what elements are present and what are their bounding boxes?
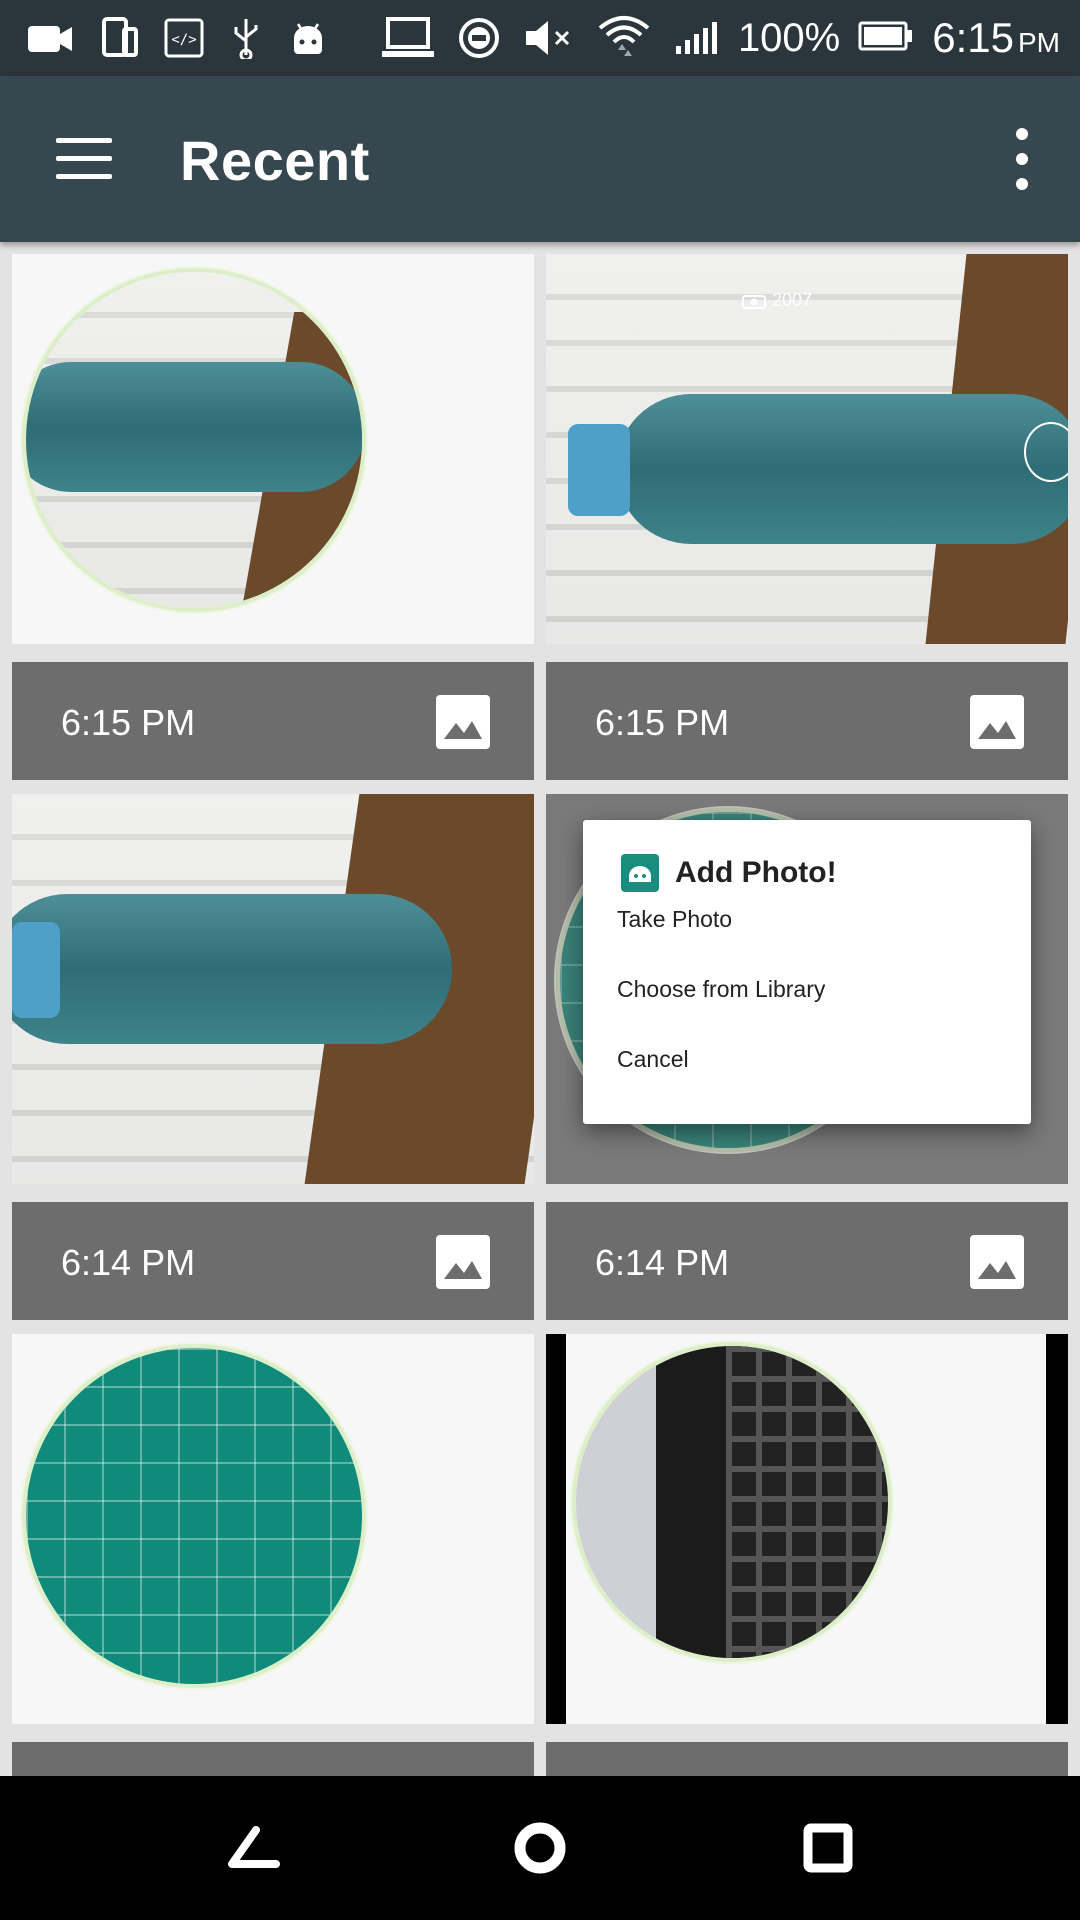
do-not-disturb-icon xyxy=(458,14,500,62)
home-icon[interactable] xyxy=(508,1816,572,1880)
grid-card[interactable]: 6:15 PM xyxy=(12,254,534,782)
battery-icon xyxy=(858,21,914,56)
more-vert-icon[interactable] xyxy=(1002,128,1042,190)
laptop-icon xyxy=(382,14,434,62)
time-ampm: PM xyxy=(1018,27,1060,58)
page-title: Recent xyxy=(180,129,370,192)
status-icons: </> xyxy=(26,14,746,62)
card-time: 6:15 PM xyxy=(61,702,196,743)
choose-from-library-option[interactable]: Choose from Library xyxy=(617,976,825,1003)
wifi-icon xyxy=(598,14,650,62)
camera-overlay: 2007 xyxy=(742,290,812,311)
status-time: 6:15 PM xyxy=(932,14,1060,62)
dialog-header: Add Photo! xyxy=(621,852,837,894)
code-icon: </> xyxy=(164,14,204,62)
video-icon xyxy=(26,14,76,62)
card-time: 6:15 PM xyxy=(595,702,730,743)
card-time: 6:14 PM xyxy=(61,1242,196,1283)
circular-photo xyxy=(22,268,366,612)
grid-card[interactable] xyxy=(546,1334,1068,1776)
thumbnail[interactable]: 2007 xyxy=(546,254,1068,644)
mute-icon xyxy=(524,14,574,62)
image-icon xyxy=(436,1235,490,1289)
camera-icon xyxy=(742,294,766,309)
signal-icon xyxy=(674,14,722,62)
card-time: 6:14 PM xyxy=(595,1242,730,1283)
card-footer xyxy=(12,1742,534,1776)
back-icon[interactable] xyxy=(220,1816,284,1880)
image-icon xyxy=(970,1235,1024,1289)
thumbnail[interactable] xyxy=(546,1334,1068,1724)
circular-photo xyxy=(572,1342,892,1662)
grid-card[interactable]: 6:14 PM xyxy=(12,794,534,1322)
card-footer xyxy=(546,1742,1068,1776)
grid-card[interactable] xyxy=(12,1334,534,1776)
card-footer: 6:14 PM xyxy=(12,1202,534,1320)
android-app-icon xyxy=(621,854,659,892)
thumbnail[interactable] xyxy=(12,794,534,1184)
grid-card[interactable]: 2007 6:15 PM xyxy=(546,254,1068,782)
card-footer: 6:15 PM xyxy=(546,662,1068,780)
add-photo-dialog: Add Photo! Take Photo Choose from Librar… xyxy=(583,820,1031,1124)
android-icon xyxy=(288,14,328,62)
image-icon xyxy=(970,695,1024,749)
navigation-bar xyxy=(0,1776,1080,1920)
hamburger-icon[interactable] xyxy=(56,138,112,180)
thumbnail[interactable] xyxy=(12,1334,534,1724)
image-icon xyxy=(436,695,490,749)
time-value: 6:15 xyxy=(932,14,1014,61)
card-footer: 6:15 PM xyxy=(12,662,534,780)
phone-icon xyxy=(100,14,140,62)
card-footer: 6:14 PM xyxy=(546,1202,1068,1320)
dialog-title: Add Photo! xyxy=(675,856,837,889)
overlay-year: 2007 xyxy=(772,290,813,310)
recents-icon[interactable] xyxy=(796,1816,860,1880)
usb-icon xyxy=(228,14,264,62)
status-right: 100% 6:15 PM xyxy=(738,8,1060,68)
status-bar: </> 100% 6:15 PM xyxy=(0,0,1080,76)
circular-photo xyxy=(22,1344,366,1688)
app-bar: Recent xyxy=(0,76,1080,242)
cancel-option[interactable]: Cancel xyxy=(617,1046,689,1073)
svg-text:</>: </> xyxy=(171,32,196,48)
thumbnail[interactable] xyxy=(12,254,534,644)
take-photo-option[interactable]: Take Photo xyxy=(617,906,732,933)
battery-percent: 100% xyxy=(737,15,841,60)
